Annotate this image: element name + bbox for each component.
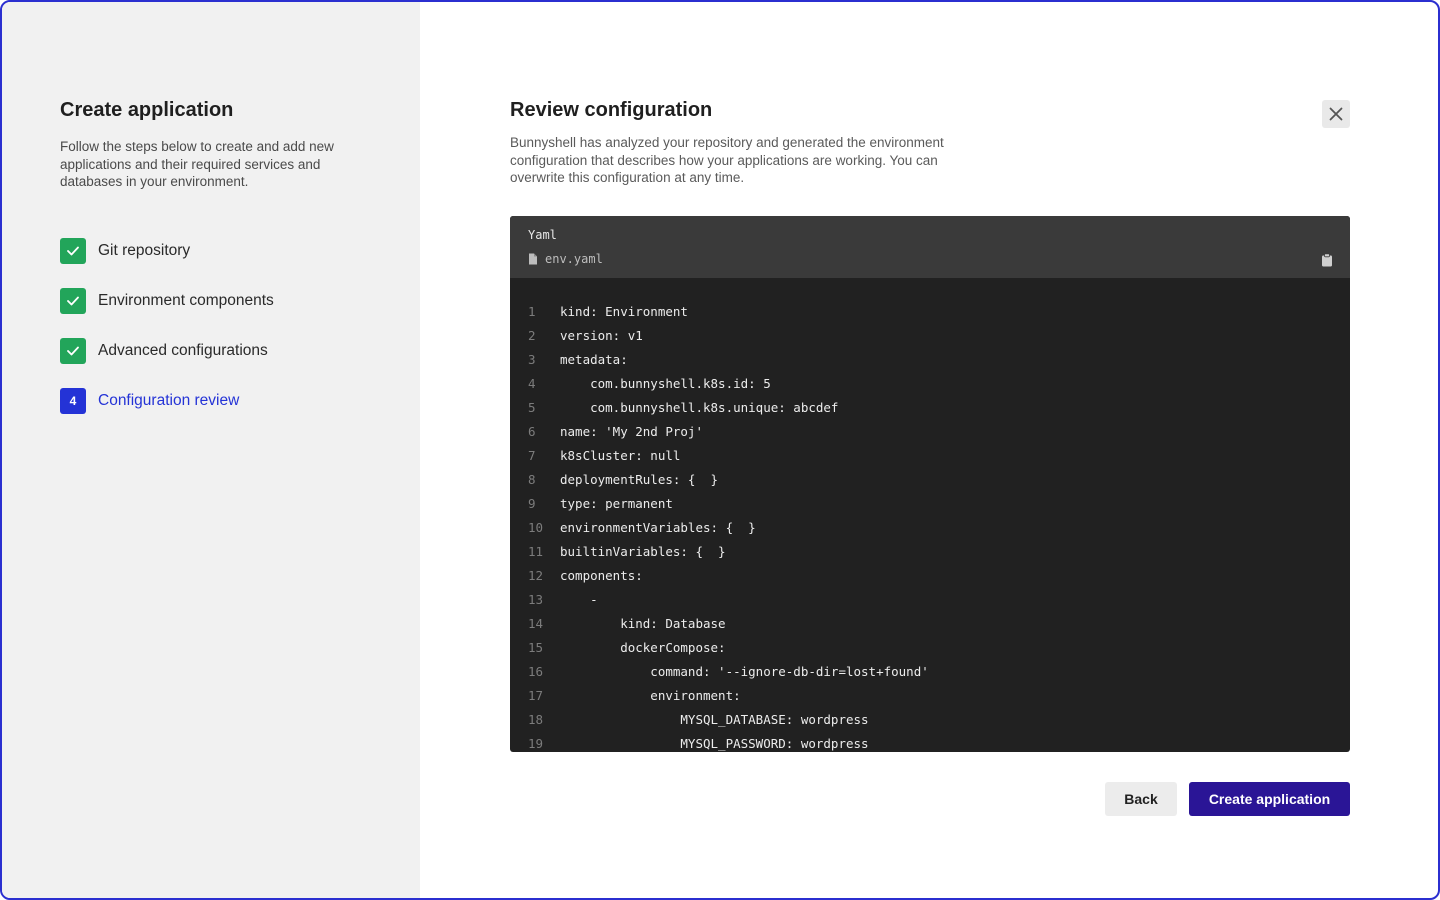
line-text: com.bunnyshell.k8s.unique: abcdef [560, 400, 839, 415]
code-line: 18 MYSQL_DATABASE: wordpress [510, 708, 1350, 732]
line-text: environment: [560, 688, 741, 703]
code-line: 7 k8sCluster: null [510, 444, 1350, 468]
line-text: MYSQL_PASSWORD: wordpress [560, 736, 869, 751]
page-description: Bunnyshell has analyzed your repository … [510, 135, 944, 185]
step-advanced-configurations[interactable]: Advanced configurations [60, 338, 274, 364]
code-line: 10 environmentVariables: { } [510, 516, 1350, 540]
sidebar-description: Follow the steps below to create and add… [60, 139, 334, 189]
code-line: 2 version: v1 [510, 324, 1350, 348]
create-application-button[interactable]: Create application [1189, 782, 1350, 816]
line-number: 5 [528, 400, 536, 415]
line-text: - [560, 592, 598, 607]
code-body: 1 kind: Environment 2 version: v1 3 metadata:… [510, 300, 1350, 752]
code-line: 16 command: '--ignore-db-dir=lost+found' [510, 660, 1350, 684]
line-text: com.bunnyshell.k8s.id: 5 [560, 376, 771, 391]
line-number: 14 [528, 616, 544, 631]
line-text: components: [560, 568, 643, 583]
code-line: 14 kind: Database [510, 612, 1350, 636]
close-icon [1329, 107, 1343, 121]
line-number: 7 [528, 448, 536, 463]
clipboard-icon [1322, 253, 1332, 267]
line-number: 4 [528, 376, 536, 391]
code-line: 13 - [510, 588, 1350, 612]
code-language-label: Yaml [528, 228, 557, 242]
filename-text: env.yaml [545, 252, 603, 266]
line-number: 3 [528, 352, 536, 367]
line-number: 6 [528, 424, 536, 439]
code-line: 1 kind: Environment [510, 300, 1350, 324]
checkmark-icon [60, 238, 86, 264]
line-number: 16 [528, 664, 544, 679]
close-button[interactable] [1322, 100, 1350, 128]
checkmark-icon [60, 338, 86, 364]
line-text: metadata: [560, 352, 628, 367]
code-line: 6 name: 'My 2nd Proj' [510, 420, 1350, 444]
line-text: command: '--ignore-db-dir=lost+found' [560, 664, 929, 679]
line-text: environmentVariables: { } [560, 520, 756, 535]
step-label: Configuration review [98, 392, 240, 409]
line-number: 17 [528, 688, 544, 703]
code-header: Yaml env.yaml [510, 216, 1350, 278]
line-number: 10 [528, 520, 544, 535]
step-label: Git repository [98, 242, 191, 259]
line-text: kind: Database [560, 616, 726, 631]
line-text: kind: Environment [560, 304, 688, 319]
line-number: 8 [528, 472, 536, 487]
steps-list: Git repository Environment components Ad… [60, 238, 274, 438]
checkmark-icon [60, 288, 86, 314]
code-viewer[interactable]: Yaml env.yaml 1 kind: Environment 2 version… [510, 216, 1350, 752]
back-button[interactable]: Back [1105, 782, 1177, 816]
line-text: name: 'My 2nd Proj' [560, 424, 703, 439]
step-number-badge: 4 [60, 388, 86, 414]
step-git-repository[interactable]: Git repository [60, 238, 274, 264]
code-filename: env.yaml [528, 252, 603, 266]
line-text: MYSQL_DATABASE: wordpress [560, 712, 869, 727]
code-line: 19 MYSQL_PASSWORD: wordpress [510, 732, 1350, 752]
line-number: 13 [528, 592, 544, 607]
copy-button[interactable] [1320, 253, 1334, 269]
page-title: Review configuration [510, 99, 713, 121]
sidebar-title: Create application [60, 99, 234, 121]
app-window: Create application Follow the steps belo… [0, 0, 1440, 900]
code-line: 4 com.bunnyshell.k8s.id: 5 [510, 372, 1350, 396]
code-line: 15 dockerCompose: [510, 636, 1350, 660]
line-number: 15 [528, 640, 544, 655]
line-number: 12 [528, 568, 544, 583]
line-number: 9 [528, 496, 536, 511]
step-label: Environment components [98, 292, 274, 309]
line-number: 11 [528, 544, 544, 559]
line-text: version: v1 [560, 328, 643, 343]
code-line: 5 com.bunnyshell.k8s.unique: abcdef [510, 396, 1350, 420]
code-line: 12 components: [510, 564, 1350, 588]
step-label: Advanced configurations [98, 342, 268, 359]
line-text: builtinVariables: { } [560, 544, 726, 559]
step-configuration-review[interactable]: 4 Configuration review [60, 388, 274, 414]
code-line: 8 deploymentRules: { } [510, 468, 1350, 492]
line-number: 2 [528, 328, 536, 343]
line-number: 19 [528, 736, 544, 751]
line-text: dockerCompose: [560, 640, 726, 655]
line-text: type: permanent [560, 496, 673, 511]
line-text: deploymentRules: { } [560, 472, 719, 487]
code-line: 17 environment: [510, 684, 1350, 708]
line-number: 18 [528, 712, 544, 727]
step-environment-components[interactable]: Environment components [60, 288, 274, 314]
code-line: 11 builtinVariables: { } [510, 540, 1350, 564]
code-line: 9 type: permanent [510, 492, 1350, 516]
file-icon [529, 253, 537, 265]
line-number: 1 [528, 304, 536, 319]
wizard-sidebar: Create application Follow the steps belo… [2, 2, 420, 898]
code-line: 3 metadata: [510, 348, 1350, 372]
line-text: k8sCluster: null [560, 448, 681, 463]
